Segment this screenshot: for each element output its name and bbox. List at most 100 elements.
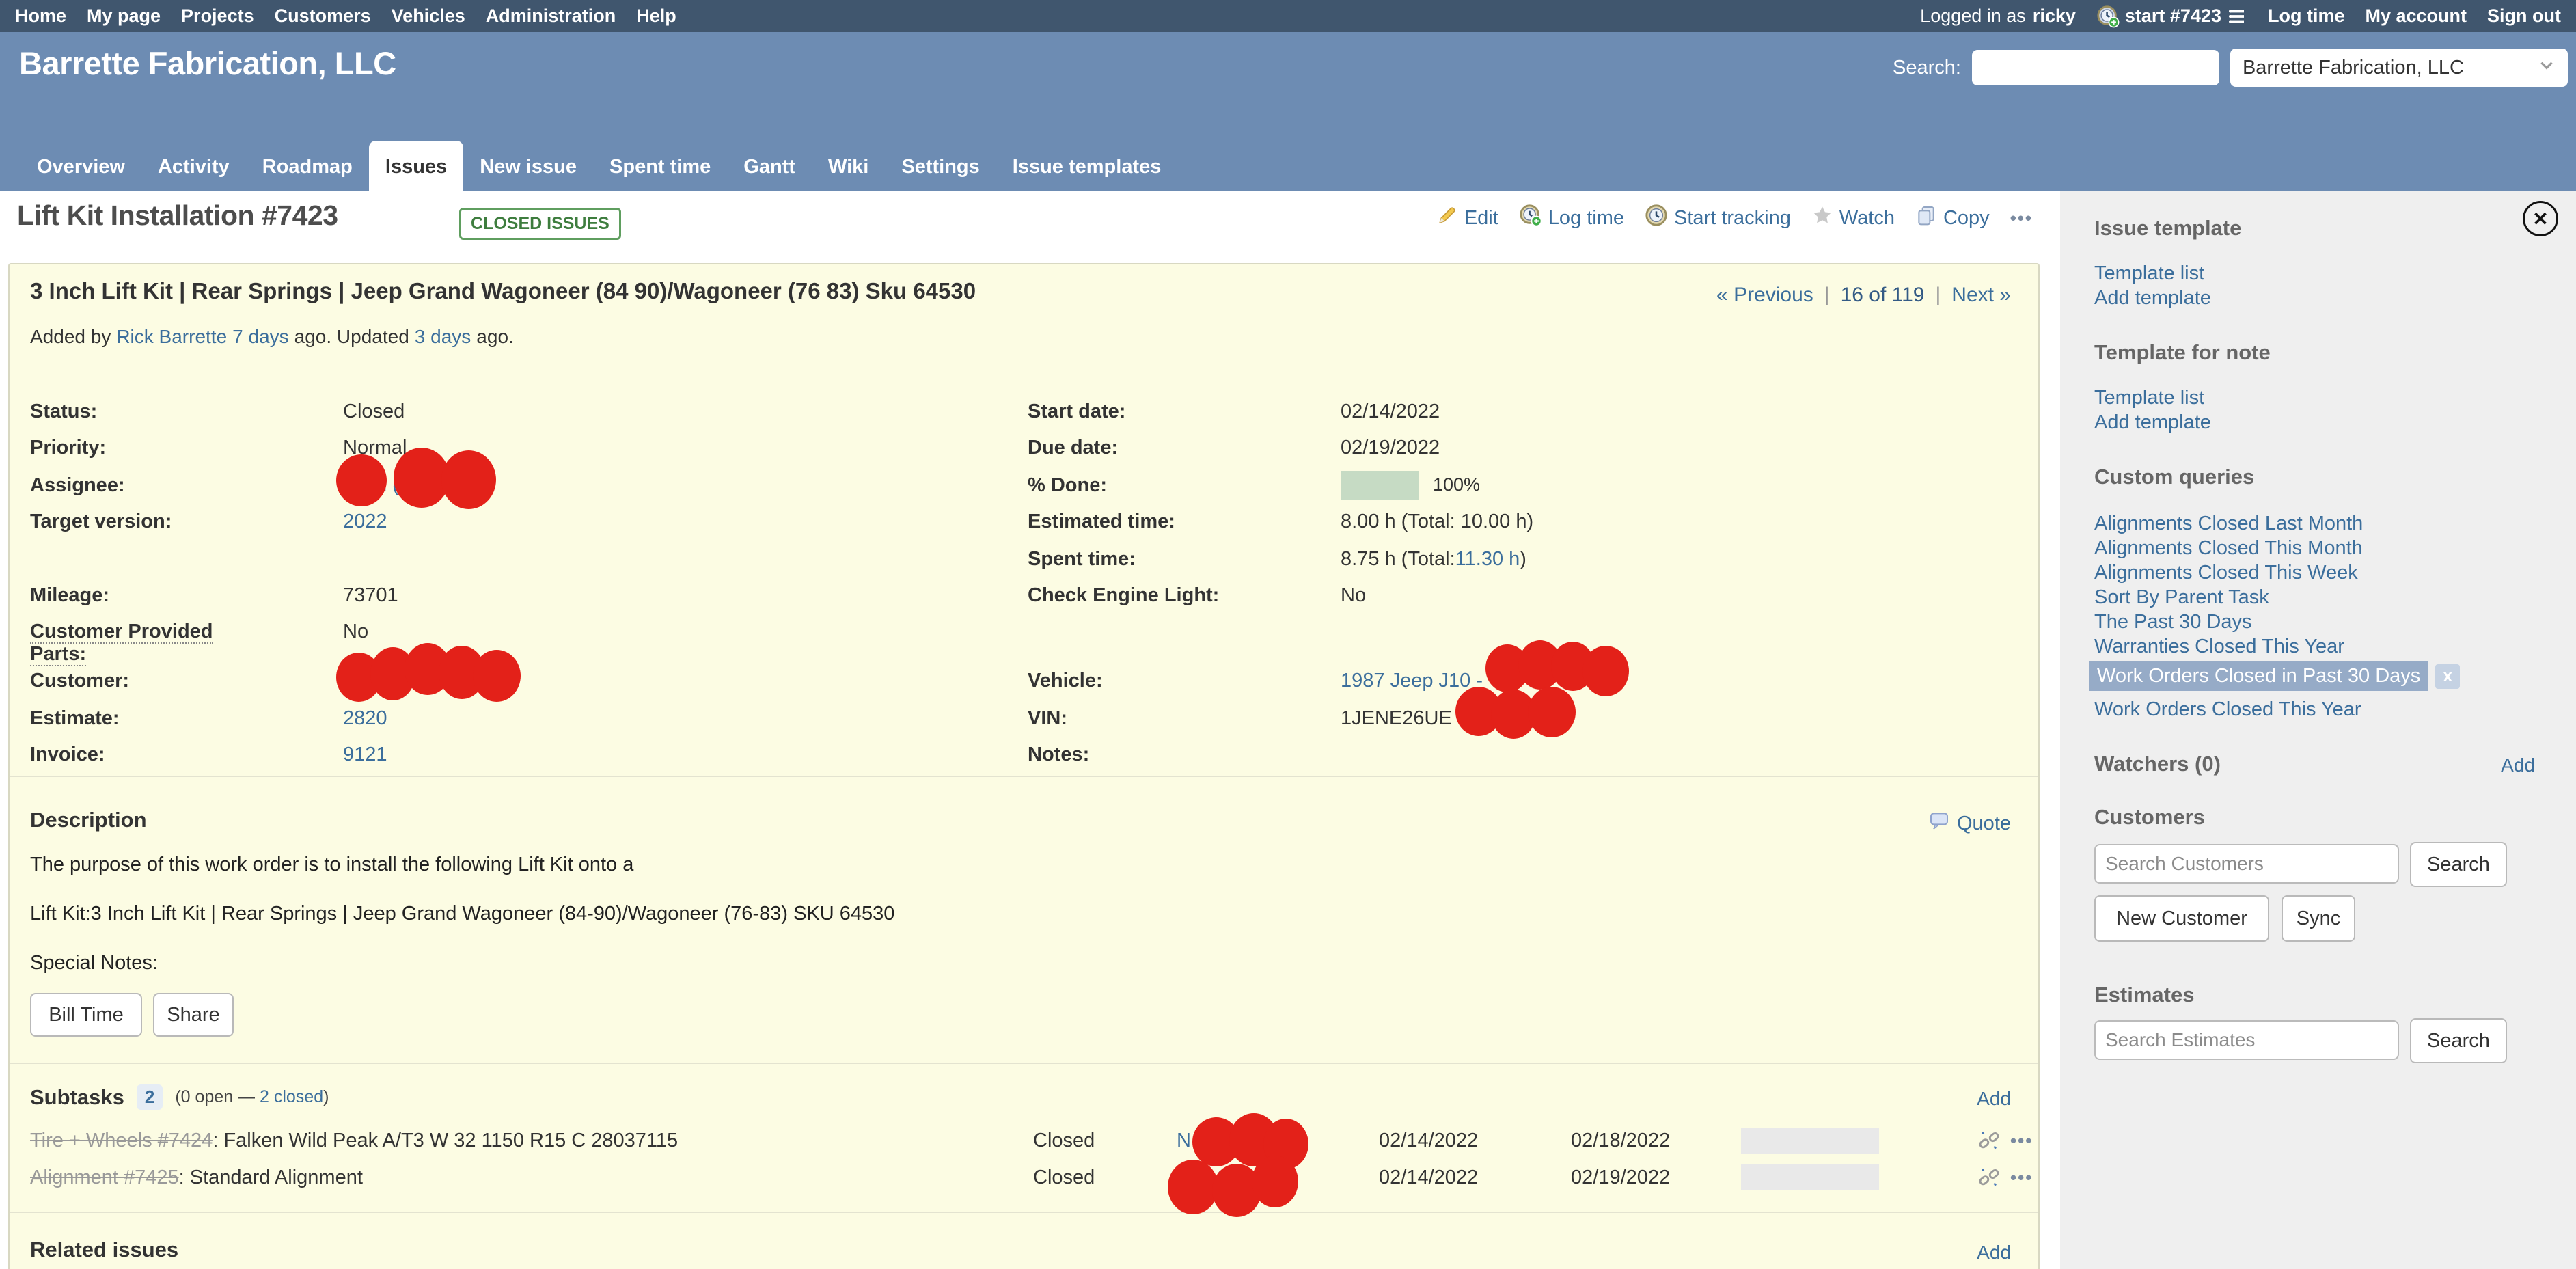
attr-done: % Done:100% <box>1028 474 1480 500</box>
subtask-link[interactable]: Alignment #7425 <box>30 1166 179 1188</box>
menu-customers[interactable]: Customers <box>275 5 371 27</box>
bill-time-button[interactable]: Bill Time <box>30 993 142 1037</box>
search-label: Search: <box>1893 57 1961 79</box>
sync-button[interactable]: Sync <box>2282 895 2355 942</box>
issue-template-heading: Issue template <box>2094 216 2241 241</box>
tab-roadmap[interactable]: Roadmap <box>246 141 369 191</box>
add-subtask-link[interactable]: Add <box>1977 1088 2011 1110</box>
project-select[interactable]: Barrette Fabrication, LLC <box>2230 49 2568 87</box>
redaction-blob <box>441 450 496 509</box>
top-menu-bar: Home My page Projects Customers Vehicles… <box>0 0 2576 32</box>
subtask-more-button[interactable]: ••• <box>2010 1159 2033 1196</box>
subtask-more-button[interactable]: ••• <box>2010 1122 2033 1159</box>
attr-estimate: Estimate:2820 <box>30 707 387 730</box>
unlink-icon[interactable] <box>1977 1129 2001 1158</box>
template-list-link[interactable]: Template list <box>2094 262 2204 285</box>
new-customer-button[interactable]: New Customer <box>2094 895 2269 942</box>
copy-button[interactable]: Copy <box>1915 204 1990 232</box>
tab-issue-templates[interactable]: Issue templates <box>996 141 1178 191</box>
search-estimates-input[interactable] <box>2094 1020 2399 1060</box>
custom-query-link[interactable]: Alignments Closed This Month <box>2094 537 2363 560</box>
subtask-status: Closed <box>1033 1159 1095 1196</box>
subtasks-heading: Subtasks <box>30 1085 124 1110</box>
updated-ago-link[interactable]: 3 days <box>415 326 471 347</box>
unlink-icon[interactable] <box>1977 1166 2001 1195</box>
start-tracking-button[interactable]: Start tracking <box>1645 204 1791 232</box>
quote-action[interactable]: Quote <box>1928 810 2011 837</box>
close-icon[interactable]: ✕ <box>2523 201 2558 236</box>
redaction-blob <box>473 650 521 702</box>
attr-status: Status:Closed <box>30 400 405 423</box>
custom-query-link[interactable]: Warranties Closed This Year <box>2094 636 2344 658</box>
sign-out-link[interactable]: Sign out <box>2487 5 2561 27</box>
custom-query-link[interactable]: The Past 30 Days <box>2094 611 2252 633</box>
previous-link[interactable]: « Previous <box>1716 284 1813 307</box>
vehicle-link[interactable]: 1987 Jeep J10 - <box>1341 670 1483 692</box>
custom-query-link[interactable]: Alignments Closed Last Month <box>2094 513 2363 535</box>
added-ago-link[interactable]: 7 days <box>232 326 289 347</box>
subtask-status: Closed <box>1033 1122 1095 1159</box>
description-heading: Description <box>30 808 147 832</box>
menu-administration[interactable]: Administration <box>486 5 616 27</box>
template-list-link[interactable]: Template list <box>2094 387 2204 409</box>
add-template-link[interactable]: Add template <box>2094 411 2211 434</box>
add-watcher-link[interactable]: Add <box>2501 754 2535 776</box>
menu-projects[interactable]: Projects <box>181 5 254 27</box>
search-customers-input[interactable] <box>2094 844 2399 884</box>
chevron-down-icon <box>2538 56 2556 79</box>
edit-button[interactable]: Edit <box>1436 204 1498 232</box>
tab-spent-time[interactable]: Spent time <box>593 141 727 191</box>
pagination-separator: | <box>1935 284 1941 307</box>
next-link[interactable]: Next » <box>1951 284 2011 307</box>
redaction-blob <box>336 454 387 506</box>
current-user[interactable]: ricky <box>2033 5 2076 27</box>
tab-new-issue[interactable]: New issue <box>463 141 593 191</box>
author-link[interactable]: Rick Barrette <box>116 326 227 347</box>
add-related-issue-link[interactable]: Add <box>1977 1242 2011 1264</box>
description-paragraph: The purpose of this work order is to ins… <box>30 854 633 876</box>
menu-vehicles[interactable]: Vehicles <box>392 5 465 27</box>
tab-wiki[interactable]: Wiki <box>812 141 885 191</box>
tab-overview[interactable]: Overview <box>20 141 141 191</box>
share-button[interactable]: Share <box>153 993 234 1037</box>
spent-time-total-link[interactable]: 11.30 h <box>1455 548 1520 571</box>
quote-icon <box>1928 810 1950 837</box>
tracking-menu-icon[interactable] <box>2227 6 2247 27</box>
log-time-link[interactable]: Log time <box>2268 5 2345 27</box>
menu-my-page[interactable]: My page <box>87 5 161 27</box>
subtask-link[interactable]: Tire + Wheels #7424 <box>30 1130 213 1151</box>
custom-query-link[interactable]: Alignments Closed This Week <box>2094 562 2358 584</box>
custom-query-link[interactable]: Sort By Parent Task <box>2094 586 2269 609</box>
pagination-position: 16 of 119 <box>1841 284 1925 307</box>
attr-customer-provided: Customer Provided Parts:No <box>30 620 368 666</box>
attr-priority: Priority:Normal <box>30 437 407 459</box>
search-input[interactable] <box>1972 50 2219 85</box>
tab-settings[interactable]: Settings <box>885 141 996 191</box>
tab-issues[interactable]: Issues <box>369 141 463 191</box>
related-issues-heading: Related issues <box>30 1238 178 1262</box>
watch-button[interactable]: Watch <box>1811 204 1895 232</box>
remove-query-icon[interactable]: x <box>2435 664 2460 689</box>
subtask-assignee[interactable]: N <box>1177 1122 1191 1159</box>
template-for-note-heading: Template for note <box>2094 340 2271 365</box>
issue-actions: Edit Log time Start tracking Watch Copy … <box>1360 204 2033 232</box>
menu-home[interactable]: Home <box>15 5 66 27</box>
estimate-link[interactable]: 2820 <box>343 707 387 730</box>
start-tracking-issue-link[interactable]: start #7423 <box>2096 5 2247 28</box>
my-account-link[interactable]: My account <box>2365 5 2467 27</box>
custom-query-link[interactable]: Work Orders Closed This Year <box>2094 698 2361 721</box>
custom-query-selected[interactable]: Work Orders Closed in Past 30 Days x <box>2089 661 2460 691</box>
closed-subtasks-link[interactable]: 2 closed <box>260 1087 323 1106</box>
search-customers-button[interactable]: Search <box>2410 842 2507 887</box>
search-estimates-button[interactable]: Search <box>2410 1018 2507 1063</box>
tab-gantt[interactable]: Gantt <box>727 141 812 191</box>
add-template-link[interactable]: Add template <box>2094 287 2211 310</box>
menu-help[interactable]: Help <box>636 5 676 27</box>
tab-activity[interactable]: Activity <box>141 141 246 191</box>
log-time-button[interactable]: Log time <box>1519 204 1624 232</box>
invoice-link[interactable]: 9121 <box>343 743 387 766</box>
attr-due-date: Due date:02/19/2022 <box>1028 437 1440 459</box>
more-actions-button[interactable]: ••• <box>2010 208 2033 229</box>
target-version-link[interactable]: 2022 <box>343 510 387 533</box>
project-title[interactable]: Barrette Fabrication, LLC <box>19 44 396 82</box>
